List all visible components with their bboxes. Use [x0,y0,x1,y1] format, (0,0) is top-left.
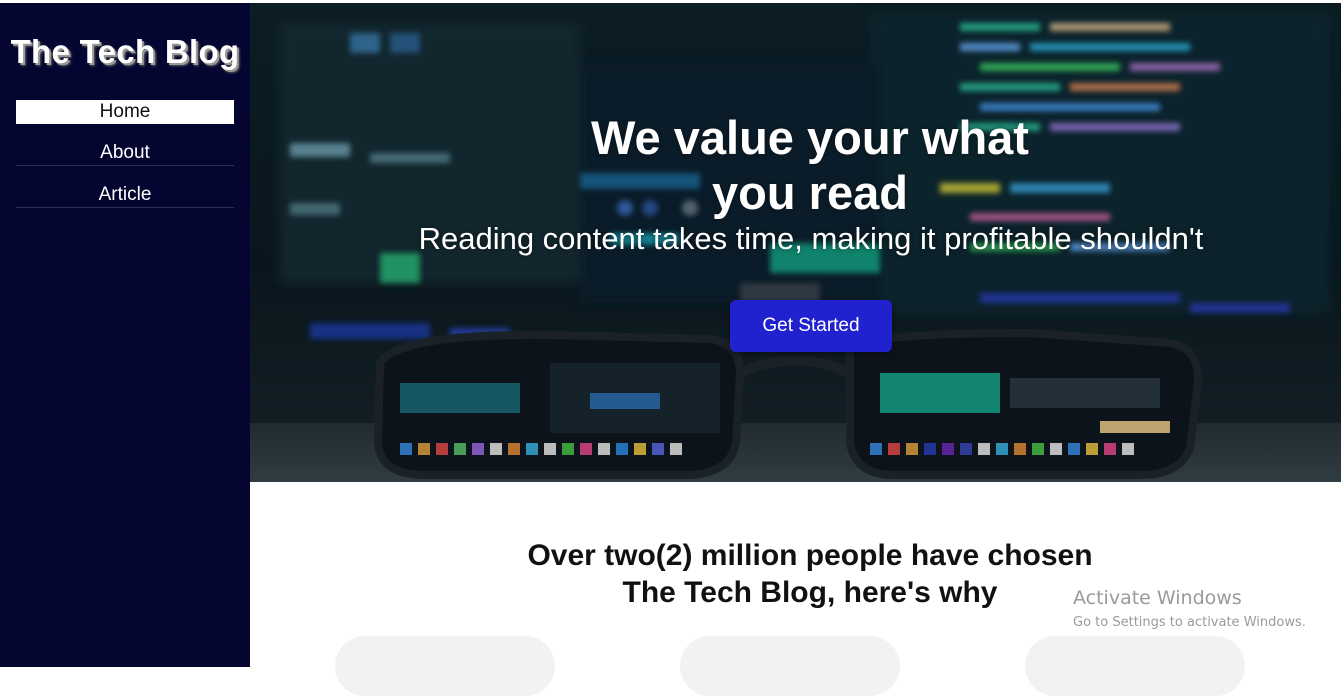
get-started-button[interactable]: Get Started [730,300,892,352]
feature-card [335,636,555,696]
feature-card [1025,636,1245,696]
hero-title: We value your what you read [591,111,1029,220]
sidebar: The Tech Blog Home About Article [0,3,250,667]
watermark-subtitle: Go to Settings to activate Windows. [1073,615,1306,630]
nav-item-about[interactable]: About [16,141,234,166]
site-title[interactable]: The Tech Blog [0,33,250,71]
feature-card [680,636,900,696]
nav-item-article[interactable]: Article [16,183,234,208]
activate-windows-watermark: Activate Windows Go to Settings to activ… [1073,587,1306,630]
watermark-title: Activate Windows [1073,587,1242,609]
hero-section: We value your what you read Reading cont… [250,3,1341,482]
sidebar-nav: Home About Article [16,100,234,225]
section-heading: Over two(2) million people have chosen T… [527,538,1093,609]
nav-item-home[interactable]: Home [16,100,234,124]
hero-subtitle: Reading content takes time, making it pr… [418,221,1204,256]
